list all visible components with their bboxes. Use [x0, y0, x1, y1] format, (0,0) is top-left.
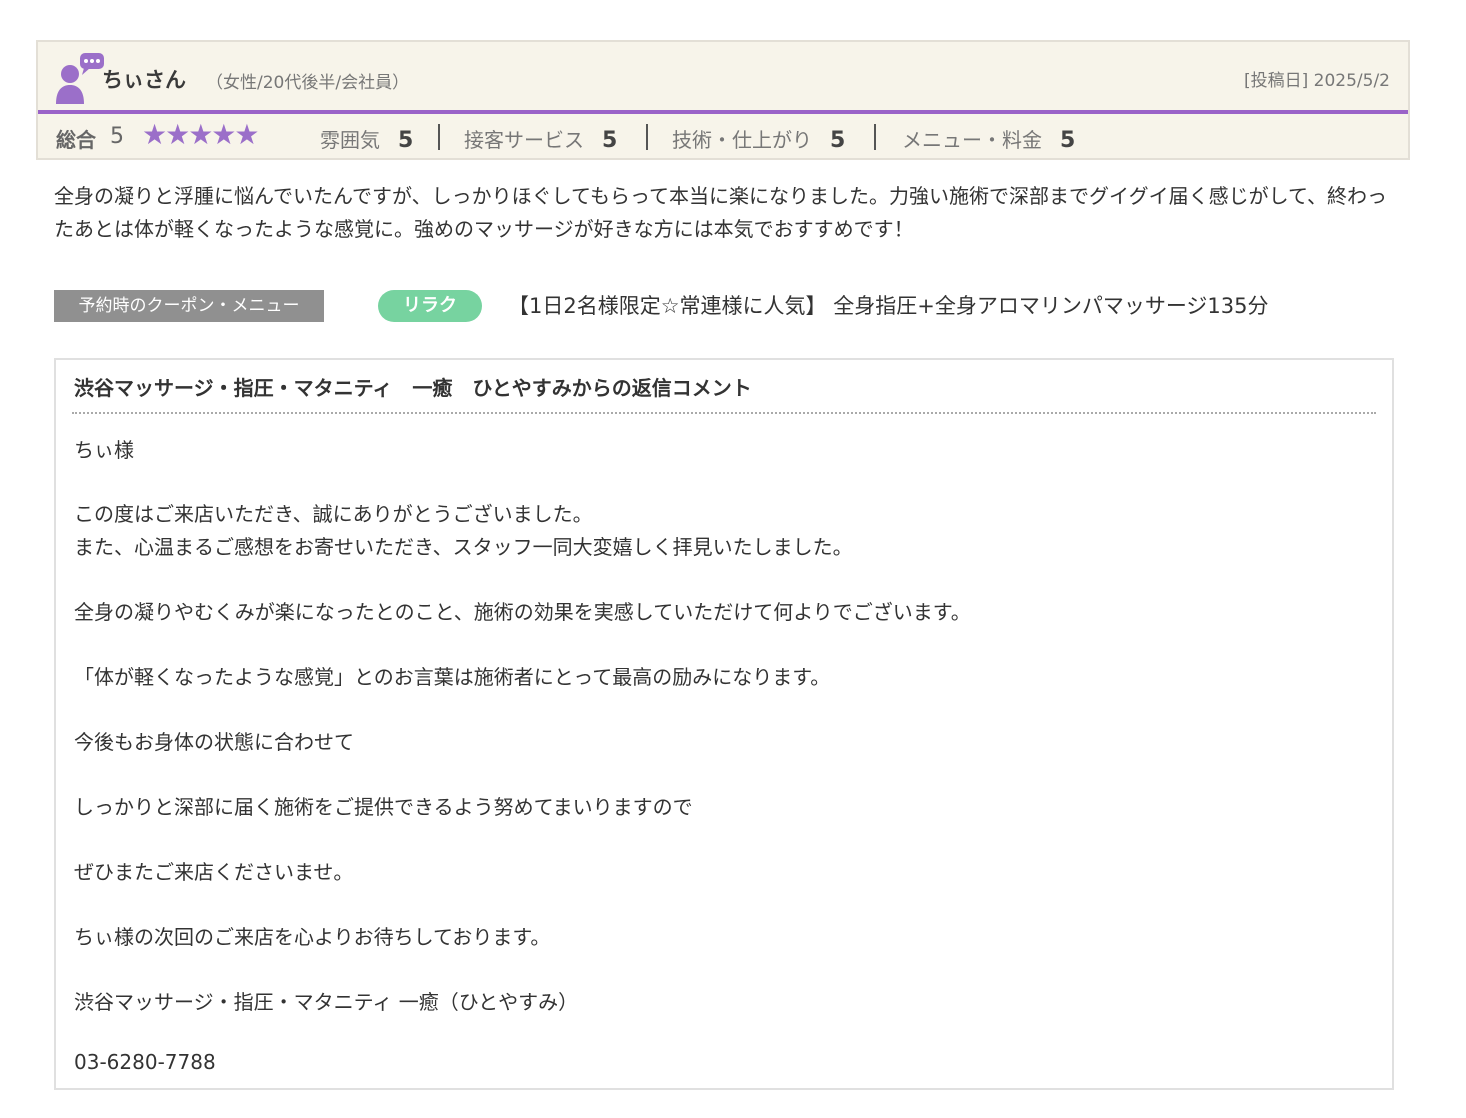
post-date: [投稿日] 2025/5/2 — [1243, 71, 1390, 91]
rating-technique: 技術・仕上がり 5 — [672, 124, 845, 153]
overall-rating-label: 総合 — [56, 128, 96, 152]
rating-service-value: 5 — [602, 128, 618, 153]
reply-line: この度はご来店いただき、誠にありがとうございました。 — [74, 502, 593, 526]
rating-service-label: 接客サービス — [464, 128, 584, 152]
rating-menu-price-value: 5 — [1060, 128, 1076, 153]
reply-comment-box: 渋谷マッサージ・指圧・マタニティ 一癒 ひとやすみからの返信コメント ちぃ様 こ… — [54, 358, 1394, 1090]
rating-separator — [646, 124, 648, 150]
reply-line: ちぃ様の次回のご来店を心よりお待ちしております。 — [74, 925, 551, 949]
reply-line: しっかりと深部に届く施術をご提供できるよう努めてまいりますので — [74, 795, 693, 819]
reply-line: また、心温まるご感想をお寄せいただき、スタッフ一同大変嬉しく拝見いたしました。 — [74, 535, 853, 559]
reviewer-meta: （女性/20代後半/会社員） — [206, 73, 410, 93]
rating-atmosphere-label: 雰囲気 — [320, 128, 380, 152]
reply-title: 渋谷マッサージ・指圧・マタニティ 一癒 ひとやすみからの返信コメント — [74, 376, 752, 400]
review-header: ちぃさん （女性/20代後半/会社員） [投稿日] 2025/5/2 — [38, 42, 1408, 114]
rating-atmosphere: 雰囲気 5 — [320, 124, 413, 153]
reply-divider — [72, 412, 1376, 414]
review-text: 全身の凝りと浮腫に悩んでいたんですが、しっかりほぐしてもらって本当に楽になりまし… — [54, 184, 1387, 241]
reply-line: ぜひまたご来店くださいませ。 — [74, 860, 354, 884]
reply-line: 今後もお身体の状態に合わせて — [74, 730, 354, 754]
rating-technique-value: 5 — [830, 128, 846, 153]
shop-phone: 03-6280-7788 — [74, 1050, 216, 1074]
reply-line: 「体が軽くなったような感覚」とのお言葉は施術者にとって最高の励みになります。 — [74, 665, 831, 689]
rating-menu-price: メニュー・料金 5 — [902, 124, 1075, 153]
reply-line: 渋谷マッサージ・指圧・マタニティ 一癒（ひとやすみ） — [74, 990, 579, 1014]
ratings-row: 総合 5 ★★★★★ 雰囲気 5 接客サービス 5 技術・仕上がり 5 メニュー・料金… — [38, 114, 1408, 160]
rating-service: 接客サービス 5 — [464, 124, 617, 153]
reply-line: ちぃ様 — [74, 438, 134, 462]
coupon-menu-name: 【1日2名様限定☆常連様に人気】 全身指圧+全身アロマリンパマッサージ135分 — [508, 294, 1269, 318]
rating-separator — [438, 124, 440, 150]
rating-separator — [874, 124, 876, 150]
overall-rating-value: 5 — [110, 124, 124, 149]
rating-technique-label: 技術・仕上がり — [672, 128, 812, 152]
reply-line: 全身の凝りやむくみが楽になったとのこと、施術の効果を実感していただけて何よりでご… — [74, 600, 971, 624]
rating-menu-price-label: メニュー・料金 — [902, 128, 1042, 152]
category-badge: リラク — [378, 290, 482, 322]
coupon-label: 予約時のクーポン・メニュー — [54, 290, 324, 322]
reviewer-name: ちぃさん — [102, 68, 186, 92]
review-card: ちぃさん （女性/20代後半/会社員） [投稿日] 2025/5/2 総合 5 … — [36, 40, 1410, 160]
rating-atmosphere-value: 5 — [398, 128, 414, 153]
star-rating-icon: ★★★★★ — [142, 118, 260, 151]
